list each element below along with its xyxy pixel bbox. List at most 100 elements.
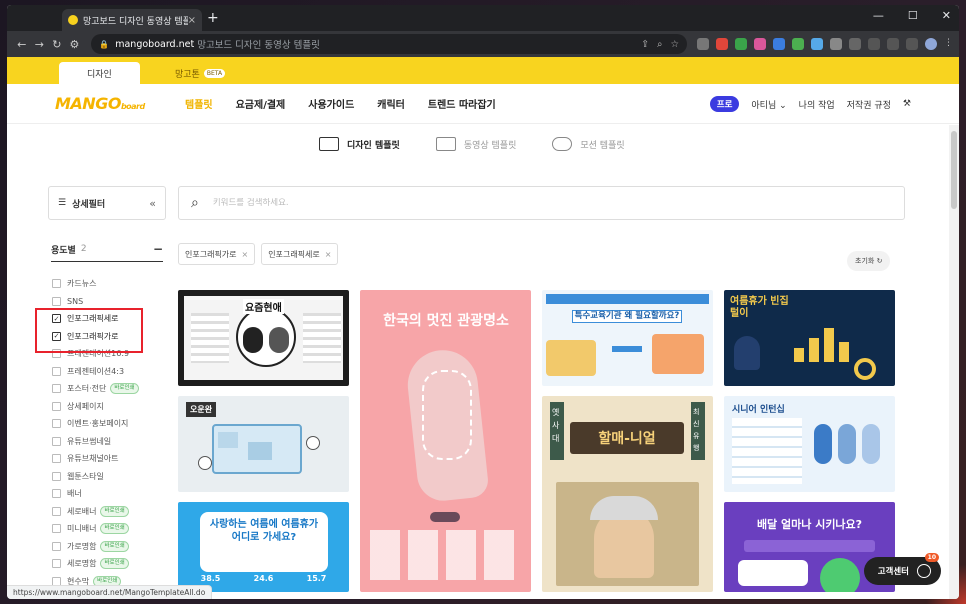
category-item[interactable]: 이벤트·홍보페이지	[52, 415, 172, 433]
checkbox-icon[interactable]	[52, 419, 61, 429]
service-tab-design[interactable]: 디자인	[59, 62, 140, 84]
close-window-icon[interactable]: ✕	[942, 9, 951, 22]
checkbox-icon[interactable]	[52, 489, 61, 499]
chip-remove-icon[interactable]: ×	[325, 250, 332, 259]
category-item[interactable]: 미니배너 바로인쇄	[52, 520, 172, 538]
checkbox-icon[interactable]	[52, 366, 61, 376]
nav-templates[interactable]: 템플릿	[185, 96, 213, 111]
filter-chip[interactable]: 인포그래픽가로 ×	[178, 243, 256, 265]
browser-tabbar: 망고보드 디자인 동영상 템플릿 × + — ☐ ✕	[7, 5, 959, 31]
extension-gray-icon[interactable]	[829, 38, 842, 50]
maximize-icon[interactable]: ☐	[908, 9, 918, 22]
site-info-icon[interactable]: ⚙	[66, 38, 84, 51]
template-card[interactable]: 시니어 인턴십	[724, 396, 895, 492]
mangoboard-logo[interactable]: MANGOboard	[55, 94, 185, 113]
customer-center-button[interactable]: 고객센터 10	[863, 553, 941, 585]
copyright-link[interactable]: 저작권 규정	[847, 98, 891, 111]
extension-pink-icon[interactable]	[753, 38, 766, 50]
extension-red-icon[interactable]	[715, 38, 728, 50]
zoom-icon[interactable]: ⌕	[657, 39, 662, 50]
category-item[interactable]: 프레젠테이션4:3	[52, 363, 172, 381]
new-tab-icon[interactable]: +	[207, 10, 219, 26]
download-icon[interactable]	[867, 38, 880, 50]
scroll-thumb[interactable]	[951, 131, 957, 209]
page-scrollbar[interactable]	[949, 125, 959, 599]
checkbox-icon[interactable]	[52, 506, 61, 516]
chip-remove-icon[interactable]: ×	[242, 250, 249, 259]
checkbox-icon[interactable]	[52, 454, 61, 464]
url-bar[interactable]: 🔒 mangoboard.net 망고보드 디자인 동영상 템플릿 ⇪ ⌕ ☆	[91, 34, 687, 54]
tab-video-template[interactable]: 동영상 템플릿	[435, 137, 516, 151]
search-input[interactable]	[212, 198, 813, 208]
service-tab-mangoton[interactable]: 망고톤 BETA	[147, 62, 253, 84]
media-icon[interactable]	[886, 38, 899, 50]
category-item[interactable]: 상세페이지	[52, 398, 172, 416]
template-card[interactable]: 요즘현애	[178, 290, 349, 386]
service-tab-label: 디자인	[87, 69, 112, 80]
tools-icon[interactable]: ⚒	[903, 99, 911, 109]
category-item[interactable]: 포스터·전단 바로인쇄	[52, 380, 172, 398]
sidepanel-icon[interactable]	[905, 38, 918, 50]
bookmark-star-icon[interactable]: ☆	[670, 39, 679, 50]
back-icon[interactable]: ←	[13, 38, 31, 51]
reload-icon[interactable]: ↻	[48, 38, 66, 51]
template-card[interactable]: 옛 사 대 최 신 유 행 할매-니얼	[542, 396, 713, 592]
checkbox-icon[interactable]	[52, 559, 61, 569]
extension-green2-icon[interactable]	[791, 38, 804, 50]
template-card[interactable]: 한국의 멋진 관광명소	[360, 290, 531, 592]
checkbox-icon[interactable]	[52, 279, 61, 289]
template-card[interactable]: 오운완	[178, 396, 349, 492]
extension-puzzle-icon[interactable]	[696, 38, 709, 50]
profile-avatar[interactable]	[924, 38, 937, 50]
checkbox-icon[interactable]	[52, 471, 61, 481]
collapse-minus-icon[interactable]: −	[153, 242, 163, 256]
close-tab-icon[interactable]: ×	[188, 15, 196, 26]
checkbox-icon[interactable]	[52, 384, 61, 394]
reset-button[interactable]: 초기화 ↻	[847, 251, 891, 271]
checkbox-icon[interactable]	[52, 296, 61, 306]
template-card[interactable]: 여름휴가 빈집털이	[724, 290, 895, 386]
nav-guide[interactable]: 사용가이드	[308, 96, 354, 111]
extension-blue-icon[interactable]	[772, 38, 785, 50]
search-icon: ⌕	[191, 195, 199, 211]
extension-lightblue-icon[interactable]	[810, 38, 823, 50]
filter-chip[interactable]: 인포그래픽세로 ×	[261, 243, 339, 265]
category-item[interactable]: 배너	[52, 485, 172, 503]
category-item[interactable]: 가로명함 바로인쇄	[52, 538, 172, 556]
extension-green-icon[interactable]	[734, 38, 747, 50]
category-label: 웹툰스타일	[67, 471, 104, 481]
category-item[interactable]: 유튜브채널아트	[52, 450, 172, 468]
tab-design-template[interactable]: 디자인 템플릿	[319, 137, 400, 151]
pro-badge[interactable]: 프로	[709, 96, 740, 112]
browser-tab[interactable]: 망고보드 디자인 동영상 템플릿 ×	[62, 9, 202, 31]
user-menu[interactable]: 아티님 ⌄	[751, 98, 786, 111]
checkbox-icon[interactable]	[52, 541, 61, 551]
tab-motion-template[interactable]: 모션 템플릿	[552, 137, 625, 151]
category-item[interactable]: 세로배너 바로인쇄	[52, 503, 172, 521]
category-item[interactable]: 웹툰스타일	[52, 468, 172, 486]
print-badge: 바로인쇄	[110, 383, 139, 395]
template-card[interactable]: 사랑하는 여름에 여름휴가 어디로 가세요? 38.5 24.6 15.7	[178, 502, 349, 592]
checkbox-icon[interactable]	[52, 401, 61, 411]
share-icon[interactable]: ⇪	[641, 39, 649, 50]
reset-label: 초기화	[855, 257, 875, 265]
category-item[interactable]: 유튜브썸네일	[52, 433, 172, 451]
my-work-link[interactable]: 나의 작업	[799, 98, 835, 111]
checkbox-icon[interactable]	[52, 524, 61, 534]
template-card[interactable]: 특수교육기관 왜 필요할까요?	[542, 290, 713, 386]
category-item[interactable]: 카드뉴스	[52, 275, 172, 293]
nav-character[interactable]: 캐릭터	[377, 96, 405, 111]
collapse-double-chevron-icon[interactable]: «	[149, 197, 156, 210]
detail-filter-toggle[interactable]: ☰ 상세필터 «	[48, 186, 166, 220]
category-item[interactable]: 세로명함 바로인쇄	[52, 555, 172, 573]
category-header[interactable]: 용도별 2 −	[51, 242, 163, 262]
chevron-down-icon: ⌄	[779, 100, 787, 111]
forward-icon[interactable]: →	[31, 38, 49, 51]
extension-gray2-icon[interactable]	[848, 38, 861, 50]
nav-trends[interactable]: 트렌드 따라잡기	[428, 96, 496, 111]
checkbox-icon[interactable]	[52, 436, 61, 446]
menu-kebab-icon[interactable]: ⋮	[944, 38, 953, 50]
minimize-icon[interactable]: —	[873, 9, 884, 22]
help-label: 고객센터	[877, 567, 909, 577]
nav-pricing[interactable]: 요금제/결제	[236, 96, 286, 111]
